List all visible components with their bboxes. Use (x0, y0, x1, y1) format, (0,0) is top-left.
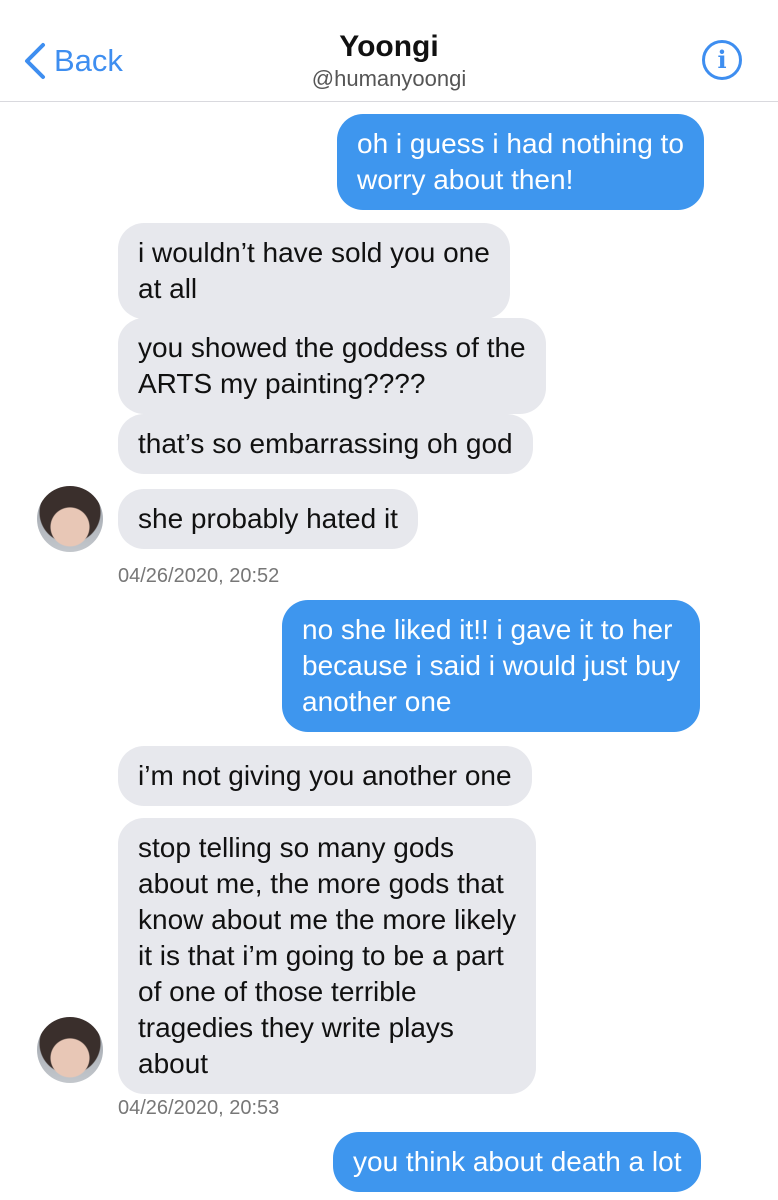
info-icon: i (717, 45, 727, 74)
message-line: because i said i would just buy (302, 650, 681, 681)
message-line: know about me the more likely (138, 904, 517, 935)
contact-name: Yoongi (339, 30, 439, 63)
message-bubble[interactable]: no she liked it!! i gave it to her becau… (282, 600, 701, 732)
message-line: stop telling so many gods (138, 832, 454, 863)
message-line: about (138, 1048, 209, 1079)
message-line: ARTS my painting???? (138, 368, 426, 399)
message-line: oh i guess i had nothing to (357, 128, 684, 159)
message-line: she probably hated it (138, 503, 398, 534)
message-line: that’s so embarrassing oh god (138, 428, 513, 459)
chat-header: Back Yoongi @humanyoongi i (0, 0, 778, 102)
timestamp: 04/26/2020, 20:53 (118, 1097, 280, 1119)
message-bubble[interactable]: stop telling so many gods about me, the … (118, 818, 537, 1094)
message-bubble[interactable]: you showed the goddess of the ARTS my pa… (118, 318, 546, 414)
message-bubble[interactable]: she probably hated it (118, 489, 418, 549)
avatar[interactable] (37, 1017, 103, 1083)
contact-handle: @humanyoongi (311, 66, 467, 91)
message-line: i wouldn’t have sold you one (138, 237, 490, 268)
message-line: another one (302, 686, 452, 717)
message-bubble[interactable]: you think about death a lot (333, 1132, 702, 1192)
message-line: no she liked it!! i gave it to her (302, 614, 673, 645)
message-line: you think about death a lot (353, 1146, 682, 1177)
message-bubble[interactable]: i’m not giving you another one (118, 746, 532, 806)
message-line: about me, the more gods that (138, 868, 504, 899)
message-line: at all (138, 273, 198, 304)
message-line: you showed the goddess of the (138, 332, 526, 363)
message-bubble[interactable]: oh i guess i had nothing to worry about … (337, 114, 704, 210)
message-bubble[interactable]: i wouldn’t have sold you one at all (118, 223, 510, 319)
message-line: i’m not giving you another one (138, 760, 512, 791)
message-line: tragedies they write plays (138, 1012, 454, 1043)
timestamp: 04/26/2020, 20:52 (118, 565, 280, 587)
message-line: of one of those terrible (138, 976, 417, 1007)
message-line: it is that i’m going to be a part (138, 940, 504, 971)
info-button[interactable]: i (702, 40, 742, 80)
message-bubble[interactable]: that’s so embarrassing oh god (118, 414, 533, 474)
message-line: worry about then! (357, 164, 574, 195)
avatar[interactable] (37, 486, 103, 552)
